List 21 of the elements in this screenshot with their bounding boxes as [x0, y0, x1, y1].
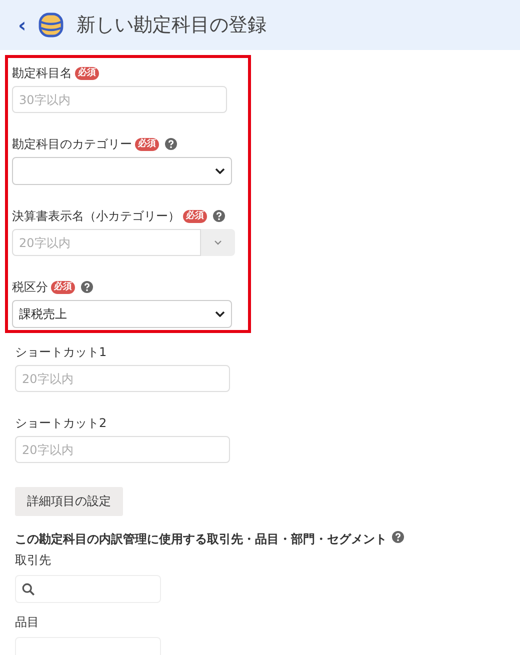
text-field[interactable]: 20字以内	[15, 365, 230, 392]
field-label: 税区分	[12, 279, 48, 296]
detail-settings-button[interactable]: 詳細項目の設定	[15, 487, 123, 516]
text-field[interactable]: 20字以内	[15, 436, 230, 463]
required-badge: 必須	[75, 66, 99, 80]
back-button[interactable]: ‹	[18, 15, 26, 35]
field-label: ショートカット1	[15, 344, 107, 361]
text-field[interactable]: 20字以内	[12, 229, 201, 256]
field-label: ショートカット2	[15, 415, 107, 432]
field-label: 勘定科目のカテゴリー	[12, 136, 132, 153]
select-field[interactable]: 課税売上	[12, 300, 232, 328]
required-badge: 必須	[183, 210, 207, 222]
text-field[interactable]: 30字以内	[12, 86, 227, 113]
field-label: 品目	[15, 614, 40, 631]
field-label: 決算書表示名（小カテゴリー）	[12, 208, 180, 225]
required-badge: 必須	[51, 280, 75, 294]
section-heading: この勘定科目の内訳管理に使用する取引先・品目・部門・セグメント	[15, 531, 387, 548]
field-label: 勘定科目名	[12, 65, 72, 82]
required-badge: 必須	[135, 138, 159, 150]
page-title: 新しい勘定科目の登録	[76, 13, 266, 38]
field-label: 取引先	[15, 552, 52, 569]
